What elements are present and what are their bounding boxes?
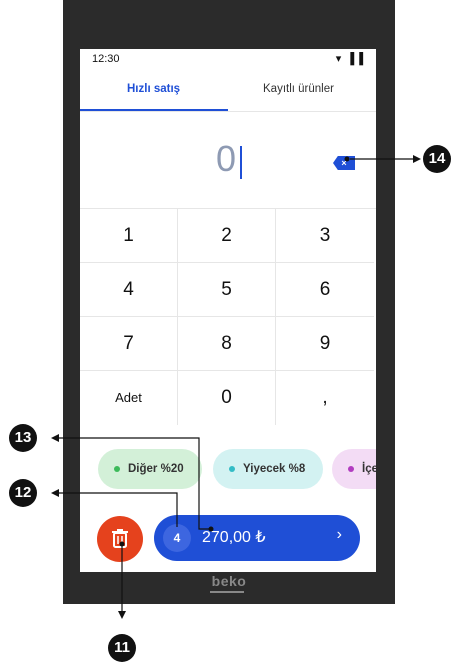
callout-12: 12 bbox=[9, 479, 37, 507]
callout-11: 11 bbox=[108, 634, 136, 662]
callout-13: 13 bbox=[9, 424, 37, 452]
callout-lines bbox=[51, 155, 421, 619]
callout-14: 14 bbox=[423, 145, 451, 173]
